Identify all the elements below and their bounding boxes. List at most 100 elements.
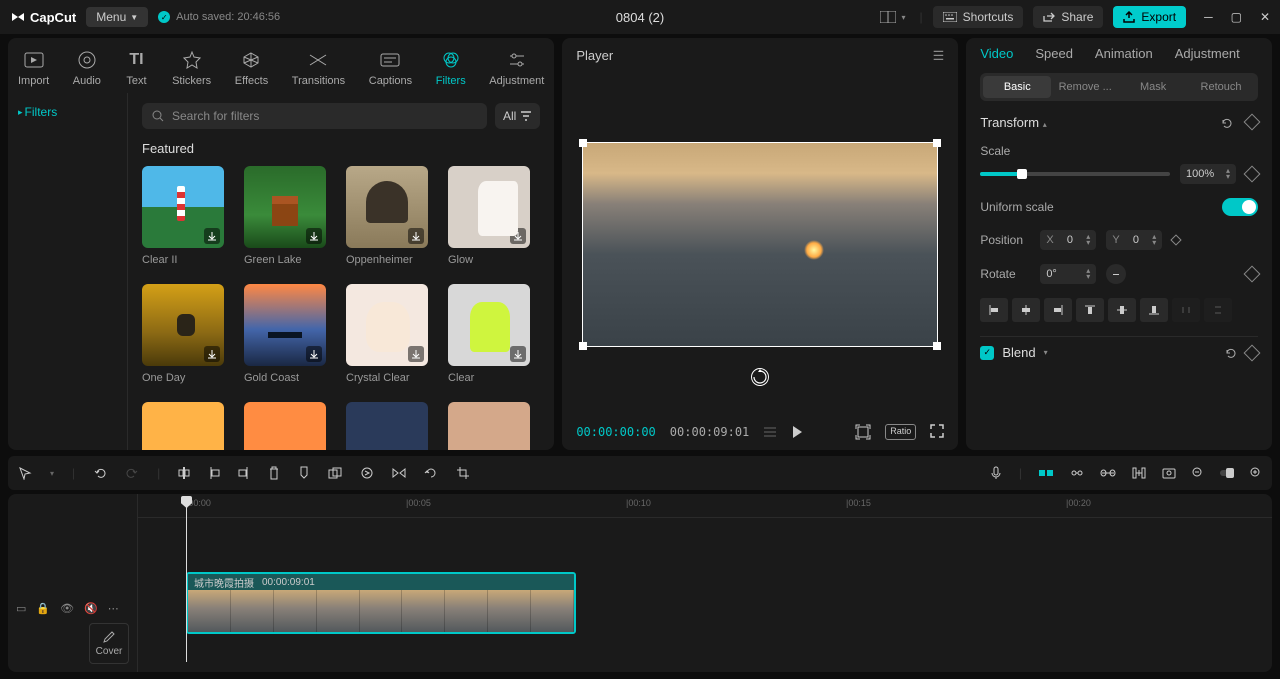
scale-value[interactable]: 100%▴▾ <box>1180 164 1236 184</box>
marker-icon[interactable] <box>298 466 310 480</box>
download-icon[interactable] <box>408 228 424 244</box>
trim-right-icon[interactable] <box>238 466 250 480</box>
filter-item[interactable] <box>244 402 326 450</box>
align-top[interactable] <box>1076 298 1104 322</box>
filter-item[interactable]: One Day <box>142 284 224 384</box>
keyframe-icon[interactable] <box>1244 344 1261 361</box>
download-icon[interactable] <box>510 228 526 244</box>
filter-item[interactable]: Glow <box>448 166 530 266</box>
rotate-input[interactable]: 0°▴▾ <box>1040 264 1096 284</box>
subtab-basic[interactable]: Basic <box>983 76 1051 98</box>
tab-text[interactable]: TIText <box>120 46 152 89</box>
filter-item[interactable]: Clear <box>448 284 530 384</box>
filter-item[interactable]: Green Lake <box>244 166 326 266</box>
search-input[interactable]: Search for filters <box>142 103 487 129</box>
align-center-v[interactable] <box>1108 298 1136 322</box>
align-bottom[interactable] <box>1140 298 1168 322</box>
rotate-icon[interactable] <box>424 466 438 480</box>
tab-import[interactable]: Import <box>14 46 53 89</box>
list-icon[interactable] <box>763 426 777 438</box>
keyframe-icon[interactable] <box>1244 166 1261 183</box>
filters-category[interactable]: ▸Filters <box>18 105 117 119</box>
player-viewport[interactable] <box>562 74 958 414</box>
align-left[interactable] <box>980 298 1008 322</box>
all-filters-button[interactable]: All <box>495 103 540 129</box>
keyframe-icon[interactable] <box>1171 234 1182 245</box>
position-x-input[interactable]: X0▴▾ <box>1040 230 1096 250</box>
resize-handle[interactable] <box>579 139 587 147</box>
tab-effects[interactable]: Effects <box>231 46 272 89</box>
delete-icon[interactable] <box>268 466 280 480</box>
tab-video[interactable]: Video <box>980 46 1013 61</box>
trim-left-icon[interactable] <box>208 466 220 480</box>
crop-icon[interactable] <box>456 466 470 480</box>
cover-button[interactable]: Cover <box>89 623 129 664</box>
ratio-button[interactable]: Ratio <box>885 424 916 440</box>
export-button[interactable]: Export <box>1113 6 1186 28</box>
tab-filters[interactable]: Filters <box>432 46 470 89</box>
keyframe-icon[interactable] <box>1244 113 1261 130</box>
select-tool[interactable] <box>18 466 32 480</box>
shortcuts-button[interactable]: Shortcuts <box>933 6 1024 28</box>
player-menu-icon[interactable]: ☰ <box>933 48 945 64</box>
copy-icon[interactable] <box>328 467 342 479</box>
minimize-button[interactable]: ─ <box>1204 10 1213 24</box>
tab-animation[interactable]: Animation <box>1095 46 1153 61</box>
tab-captions[interactable]: Captions <box>365 46 416 89</box>
menu-button[interactable]: Menu ▼ <box>86 7 148 27</box>
track-mute-icon[interactable]: 🔇 <box>84 602 98 615</box>
tab-adjustment-right[interactable]: Adjustment <box>1175 46 1240 61</box>
link-icon[interactable] <box>1100 469 1116 477</box>
undo-icon[interactable] <box>93 466 107 480</box>
position-y-input[interactable]: Y0▴▾ <box>1106 230 1162 250</box>
tab-stickers[interactable]: Stickers <box>168 46 215 89</box>
fullscreen-icon[interactable] <box>930 424 944 438</box>
filter-item[interactable] <box>448 402 530 450</box>
track-lock-icon[interactable]: 🔒 <box>36 602 50 615</box>
subtab-mask[interactable]: Mask <box>1119 76 1187 98</box>
preview-frame[interactable] <box>582 142 938 347</box>
maximize-button[interactable]: ▢ <box>1231 10 1242 24</box>
filter-item[interactable] <box>346 402 428 450</box>
play-icon[interactable] <box>791 425 803 439</box>
download-icon[interactable] <box>204 346 220 362</box>
split-icon[interactable] <box>178 466 190 480</box>
download-icon[interactable] <box>204 228 220 244</box>
layout-button[interactable]: ▾ <box>876 7 910 27</box>
subtab-retouch[interactable]: Retouch <box>1187 76 1255 98</box>
track-layers-icon[interactable]: ▭ <box>16 602 26 615</box>
share-button[interactable]: Share <box>1033 6 1103 28</box>
download-icon[interactable] <box>408 346 424 362</box>
timeline-ruler[interactable]: |00:00 |00:05 |00:10 |00:15 |00:20 <box>138 494 1272 518</box>
link-preview-icon[interactable] <box>1070 466 1084 480</box>
timeline-tracks[interactable]: |00:00 |00:05 |00:10 |00:15 |00:20 城市晚霞拍… <box>138 494 1272 672</box>
mic-icon[interactable] <box>989 466 1003 480</box>
filter-item[interactable]: Gold Coast <box>244 284 326 384</box>
track-eye-icon[interactable]: 👁 <box>60 602 74 615</box>
reset-icon[interactable] <box>1224 346 1238 360</box>
filter-item[interactable]: Clear II <box>142 166 224 266</box>
redo-icon[interactable] <box>125 466 139 480</box>
resize-handle[interactable] <box>933 139 941 147</box>
download-icon[interactable] <box>306 228 322 244</box>
resize-handle[interactable] <box>933 342 941 350</box>
magnet-icon[interactable] <box>1038 468 1054 478</box>
zoom-slider[interactable] <box>1220 470 1234 476</box>
tab-transitions[interactable]: Transitions <box>288 46 349 89</box>
filter-item[interactable] <box>142 402 224 450</box>
filter-item[interactable]: Oppenheimer <box>346 166 428 266</box>
keyframe-icon[interactable] <box>1244 266 1261 283</box>
zoom-in-icon[interactable] <box>1250 467 1262 479</box>
resize-handle[interactable] <box>579 342 587 350</box>
subtab-remove[interactable]: Remove ... <box>1051 76 1119 98</box>
uniform-scale-toggle[interactable] <box>1222 198 1258 216</box>
blend-checkbox[interactable]: ✓ <box>980 346 994 360</box>
scale-icon[interactable] <box>855 424 871 440</box>
tab-audio[interactable]: Audio <box>69 46 105 89</box>
rotate-handle[interactable] <box>751 368 769 386</box>
track-more-icon[interactable]: ⋯ <box>108 602 119 615</box>
screenshot-icon[interactable] <box>1162 467 1176 479</box>
align-center-h[interactable] <box>1012 298 1040 322</box>
add-track-icon[interactable] <box>1132 467 1146 479</box>
reverse-icon[interactable] <box>360 466 374 480</box>
